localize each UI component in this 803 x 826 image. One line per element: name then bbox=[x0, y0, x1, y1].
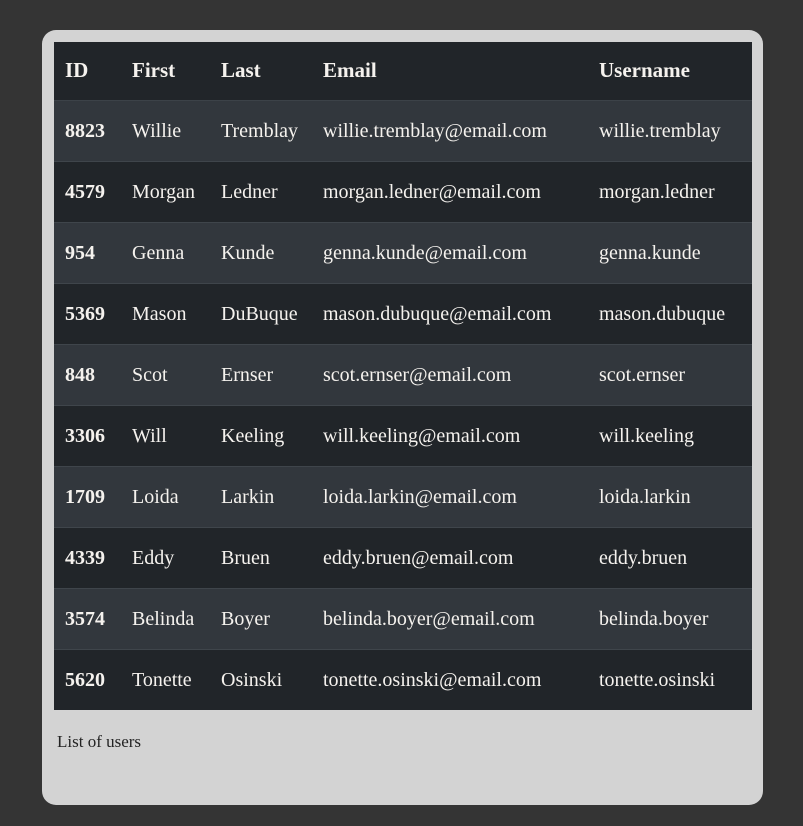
cell-email: genna.kunde@email.com bbox=[312, 221, 588, 283]
cell-first: Belinda bbox=[121, 587, 210, 649]
cell-email: loida.larkin@email.com bbox=[312, 465, 588, 527]
cell-last: Osinski bbox=[210, 648, 312, 710]
cell-username: scot.ernser bbox=[588, 343, 752, 405]
table-row[interactable]: 1709 Loida Larkin loida.larkin@email.com loi… bbox=[54, 465, 752, 527]
cell-email: tonette.osinski@email.com bbox=[312, 648, 588, 710]
cell-id: 848 bbox=[54, 343, 121, 405]
cell-username: eddy.bruen bbox=[588, 526, 752, 588]
cell-email: willie.tremblay@email.com bbox=[323, 119, 547, 142]
cell-last: Bruen bbox=[210, 526, 312, 588]
cell-email: will.keeling@email.com bbox=[312, 404, 588, 466]
cell-last: Larkin bbox=[210, 465, 312, 527]
cell-first: Morgan bbox=[121, 160, 210, 222]
table-row[interactable]: 4579 Morgan Ledner morgan.ledner@email.com m… bbox=[54, 160, 752, 222]
cell-last: DuBuque bbox=[210, 282, 312, 344]
cell-username: loida.larkin bbox=[588, 465, 752, 527]
cell-id: 8823 bbox=[65, 119, 105, 142]
table-row[interactable]: 5620 Tonette Osinski tonette.osinski@email.… bbox=[54, 648, 752, 710]
cell-email: mason.dubuque@email.com bbox=[312, 282, 588, 344]
cell-id: 5369 bbox=[54, 282, 121, 344]
table-row[interactable]: 3306 Will Keeling will.keeling@email.com wil… bbox=[54, 404, 752, 466]
cell-username: morgan.ledner bbox=[588, 160, 752, 222]
table-header: ID First Last Email Username bbox=[54, 42, 752, 101]
cell-username: will.keeling bbox=[588, 404, 752, 466]
cell-username: mason.dubuque bbox=[588, 282, 752, 344]
cell-username: belinda.boyer bbox=[588, 587, 752, 649]
column-header-first[interactable]: First bbox=[121, 42, 210, 101]
cell-username: willie.tremblay bbox=[599, 119, 721, 142]
cell-first: Eddy bbox=[121, 526, 210, 588]
cell-first: Scot bbox=[121, 343, 210, 405]
table-header-row: ID First Last Email Username bbox=[54, 42, 752, 101]
cell-email: scot.ernser@email.com bbox=[312, 343, 588, 405]
cell-last: Kunde bbox=[210, 221, 312, 283]
table-body: 8823 Willie Tremblay willie.tremblay@email.… bbox=[54, 100, 752, 710]
cell-last: Ledner bbox=[210, 160, 312, 222]
cell-email: morgan.ledner@email.com bbox=[312, 160, 588, 222]
table-row[interactable]: 4339 Eddy Bruen eddy.bruen@email.com eddy.br… bbox=[54, 526, 752, 588]
table-row[interactable]: 5369 Mason DuBuque mason.dubuque@email.com m… bbox=[54, 282, 752, 344]
cell-first: Tonette bbox=[121, 648, 210, 710]
cell-id: 5620 bbox=[54, 648, 121, 710]
column-header-username[interactable]: Username bbox=[588, 42, 752, 101]
cell-id: 3306 bbox=[54, 404, 121, 466]
column-header-email[interactable]: Email bbox=[312, 42, 588, 101]
cell-first: Loida bbox=[121, 465, 210, 527]
cell-email: belinda.boyer@email.com bbox=[312, 587, 588, 649]
cell-first: Will bbox=[121, 404, 210, 466]
cell-last: Tremblay bbox=[221, 119, 299, 142]
cell-first: Genna bbox=[121, 221, 210, 283]
column-header-last[interactable]: Last bbox=[210, 42, 312, 101]
users-card: ID First Last Email Username 8823 Willie T… bbox=[42, 30, 763, 805]
column-header-id[interactable]: ID bbox=[54, 42, 121, 101]
cell-last: Keeling bbox=[210, 404, 312, 466]
table-row[interactable]: 3574 Belinda Boyer belinda.boyer@email.com b… bbox=[54, 587, 752, 649]
cell-username: tonette.osinski bbox=[588, 648, 752, 710]
cell-email: eddy.bruen@email.com bbox=[312, 526, 588, 588]
cell-first: Mason bbox=[121, 282, 210, 344]
cell-first: Willie bbox=[132, 119, 182, 142]
cell-last: Ernser bbox=[210, 343, 312, 405]
cell-id: 3574 bbox=[54, 587, 121, 649]
table-caption: List of users bbox=[57, 732, 142, 751]
cell-username: genna.kunde bbox=[588, 221, 752, 283]
cell-id: 1709 bbox=[54, 465, 121, 527]
cell-id: 4579 bbox=[54, 160, 121, 222]
cell-last: Boyer bbox=[210, 587, 312, 649]
cell-id: 4339 bbox=[54, 526, 121, 588]
table-row[interactable]: 8823 Willie Tremblay willie.tremblay@email.… bbox=[54, 100, 752, 161]
table-row[interactable]: 954 Genna Kunde genna.kunde@email.com genna.… bbox=[54, 221, 752, 283]
users-table: ID First Last Email Username 8823 Willie T… bbox=[54, 42, 752, 710]
cell-id: 954 bbox=[54, 221, 121, 283]
table-row[interactable]: 848 Scot Ernser scot.ernser@email.com scot.e… bbox=[54, 343, 752, 405]
